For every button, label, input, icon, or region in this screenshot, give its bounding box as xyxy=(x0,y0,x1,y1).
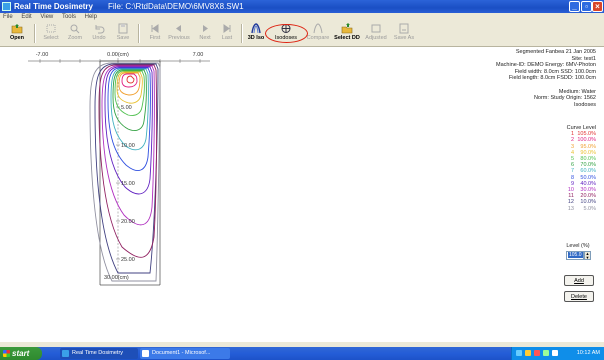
menu-view[interactable]: View xyxy=(40,14,53,20)
info-line: Segmented Fanbea 21 Jan 2005 xyxy=(515,49,596,55)
info-line: Isodoses xyxy=(573,101,596,108)
level-value: 105.0 xyxy=(568,252,583,258)
menu-file[interactable]: File xyxy=(3,14,13,20)
save-button[interactable]: Save xyxy=(112,23,134,44)
app-title: Real Time Dosimetry xyxy=(14,2,93,11)
title-bar: Real Time Dosimetry File: C:\RtdData\DEM… xyxy=(0,0,604,13)
select-dd-button[interactable]: Select DD xyxy=(333,23,361,44)
depth-label: 10.00 xyxy=(121,143,135,149)
legend-curve-number: 13 xyxy=(567,205,574,212)
clock: 10:12 AM xyxy=(576,350,600,356)
compare-icon xyxy=(313,23,323,34)
first-button[interactable]: First xyxy=(144,23,166,44)
file-path: File: C:\RtdData\DEMO\6MV8X8.SW1 xyxy=(108,2,244,11)
menu-bar: File Edit View Tools Help xyxy=(0,13,604,21)
open-folder-icon xyxy=(11,24,23,34)
save-as-icon xyxy=(399,23,409,34)
compare-button[interactable]: Compare xyxy=(305,23,331,44)
info-line: Site: test1 xyxy=(571,55,596,62)
previous-icon xyxy=(176,25,181,32)
start-button[interactable]: start xyxy=(0,347,42,360)
toolbar-separator xyxy=(34,24,36,43)
task-real-time-dosimetry[interactable]: Real Time Dosimetry xyxy=(60,348,138,359)
info-line xyxy=(496,82,596,89)
depth-label: 15.00 xyxy=(121,181,135,187)
select-button[interactable]: Select xyxy=(40,23,62,44)
isodose-curves xyxy=(89,62,161,282)
isodose-curve-40 xyxy=(104,66,153,195)
isodose-curve-105 xyxy=(126,75,135,84)
delete-button[interactable]: Delete xyxy=(564,291,594,302)
windows-logo-icon xyxy=(3,350,10,357)
main-content: -7.00 0.00(cm) 7.00 5.00 10.00 15.00 20.… xyxy=(0,47,604,342)
isodoses-highlight-circle xyxy=(265,24,308,43)
close-icon[interactable]: × xyxy=(592,1,603,12)
zoom-icon xyxy=(70,24,80,34)
depth-label: 5.00 xyxy=(121,105,132,111)
last-icon xyxy=(223,24,231,33)
open-button[interactable]: Open xyxy=(4,23,30,44)
x-tick-label-left: -7.00 xyxy=(36,52,49,58)
first-icon xyxy=(151,24,159,33)
word-icon xyxy=(142,350,149,357)
isodose-curve-5 xyxy=(89,62,161,282)
menu-help[interactable]: Help xyxy=(85,14,97,20)
depth-label: 20.00 xyxy=(121,219,135,225)
x-tick-label-center: 0.00(cm) xyxy=(107,52,129,58)
last-button[interactable]: Last xyxy=(216,23,238,44)
minimize-icon[interactable]: _ xyxy=(569,1,580,12)
previous-button[interactable]: Previous xyxy=(166,23,192,44)
depth-label: 25.00 xyxy=(121,257,135,263)
menu-edit[interactable]: Edit xyxy=(21,14,31,20)
info-line: Machine-ID: DEMO Energy: 6MV-Photon xyxy=(496,62,596,69)
next-button[interactable]: Next xyxy=(194,23,216,44)
save-as-button[interactable]: Save As xyxy=(391,23,417,44)
tray-icon[interactable] xyxy=(534,350,540,356)
3d-iso-icon xyxy=(251,23,261,34)
app-icon xyxy=(62,350,69,357)
undo-button[interactable]: Undo xyxy=(88,23,110,44)
maximize-icon[interactable]: ▫ xyxy=(581,1,592,12)
isodose-plot[interactable]: -7.00 0.00(cm) 7.00 5.00 10.00 15.00 20.… xyxy=(0,47,300,287)
level-spinner[interactable]: ▲ ▼ xyxy=(584,251,591,260)
isodose-curve-90 xyxy=(116,71,143,104)
info-line: Field length: 8.0cm FSDD: 100.0cm xyxy=(508,75,596,82)
task-document1[interactable]: Document1 - Microsof... xyxy=(140,348,230,359)
select-icon xyxy=(46,24,56,33)
x-tick-label-right: 7.00 xyxy=(193,52,204,58)
tray-icon[interactable] xyxy=(525,350,531,356)
adjusted-icon xyxy=(371,24,381,33)
next-icon xyxy=(203,25,208,32)
menu-tools[interactable]: Tools xyxy=(62,14,76,20)
level-label: Level (%) xyxy=(566,243,590,249)
volume-icon[interactable] xyxy=(552,350,558,356)
toolbar-separator xyxy=(138,24,140,43)
taskbar: start Real Time Dosimetry Document1 - Mi… xyxy=(0,347,604,360)
level-input[interactable]: 105.0 xyxy=(566,251,584,260)
save-icon xyxy=(118,23,128,34)
3d-iso-button[interactable]: 3D Iso xyxy=(245,23,267,44)
system-tray: 10:12 AM xyxy=(511,347,604,360)
depth-label: 30.00(cm) xyxy=(104,275,129,281)
legend-row: 13 5.0% xyxy=(564,206,596,212)
info-line: Norm: Study Origin: 1562 xyxy=(533,95,596,102)
toolbar-separator xyxy=(241,24,243,43)
legend-level: 5.0% xyxy=(583,205,596,212)
app-icon xyxy=(2,2,11,11)
tray-icon[interactable] xyxy=(543,350,549,356)
add-button[interactable]: Add xyxy=(564,275,594,286)
isodose-legend: Curve Level 1 105.0% 2 100.0% 3 95.0% 4 90.0% 5 8… xyxy=(564,125,596,212)
info-line: Field width: 8.0cm SSD: 100.0cm xyxy=(514,68,596,75)
adjusted-button[interactable]: Adjusted xyxy=(363,23,389,44)
select-dd-icon xyxy=(341,23,353,34)
zoom-button[interactable]: Zoom xyxy=(64,23,86,44)
study-info: Segmented Fanbea 21 Jan 2005 Site: test1… xyxy=(496,49,596,108)
tray-icon[interactable] xyxy=(516,350,522,356)
info-line: Medium: Water xyxy=(558,88,596,95)
undo-icon xyxy=(95,25,105,34)
x-axis-ticks xyxy=(39,58,201,63)
